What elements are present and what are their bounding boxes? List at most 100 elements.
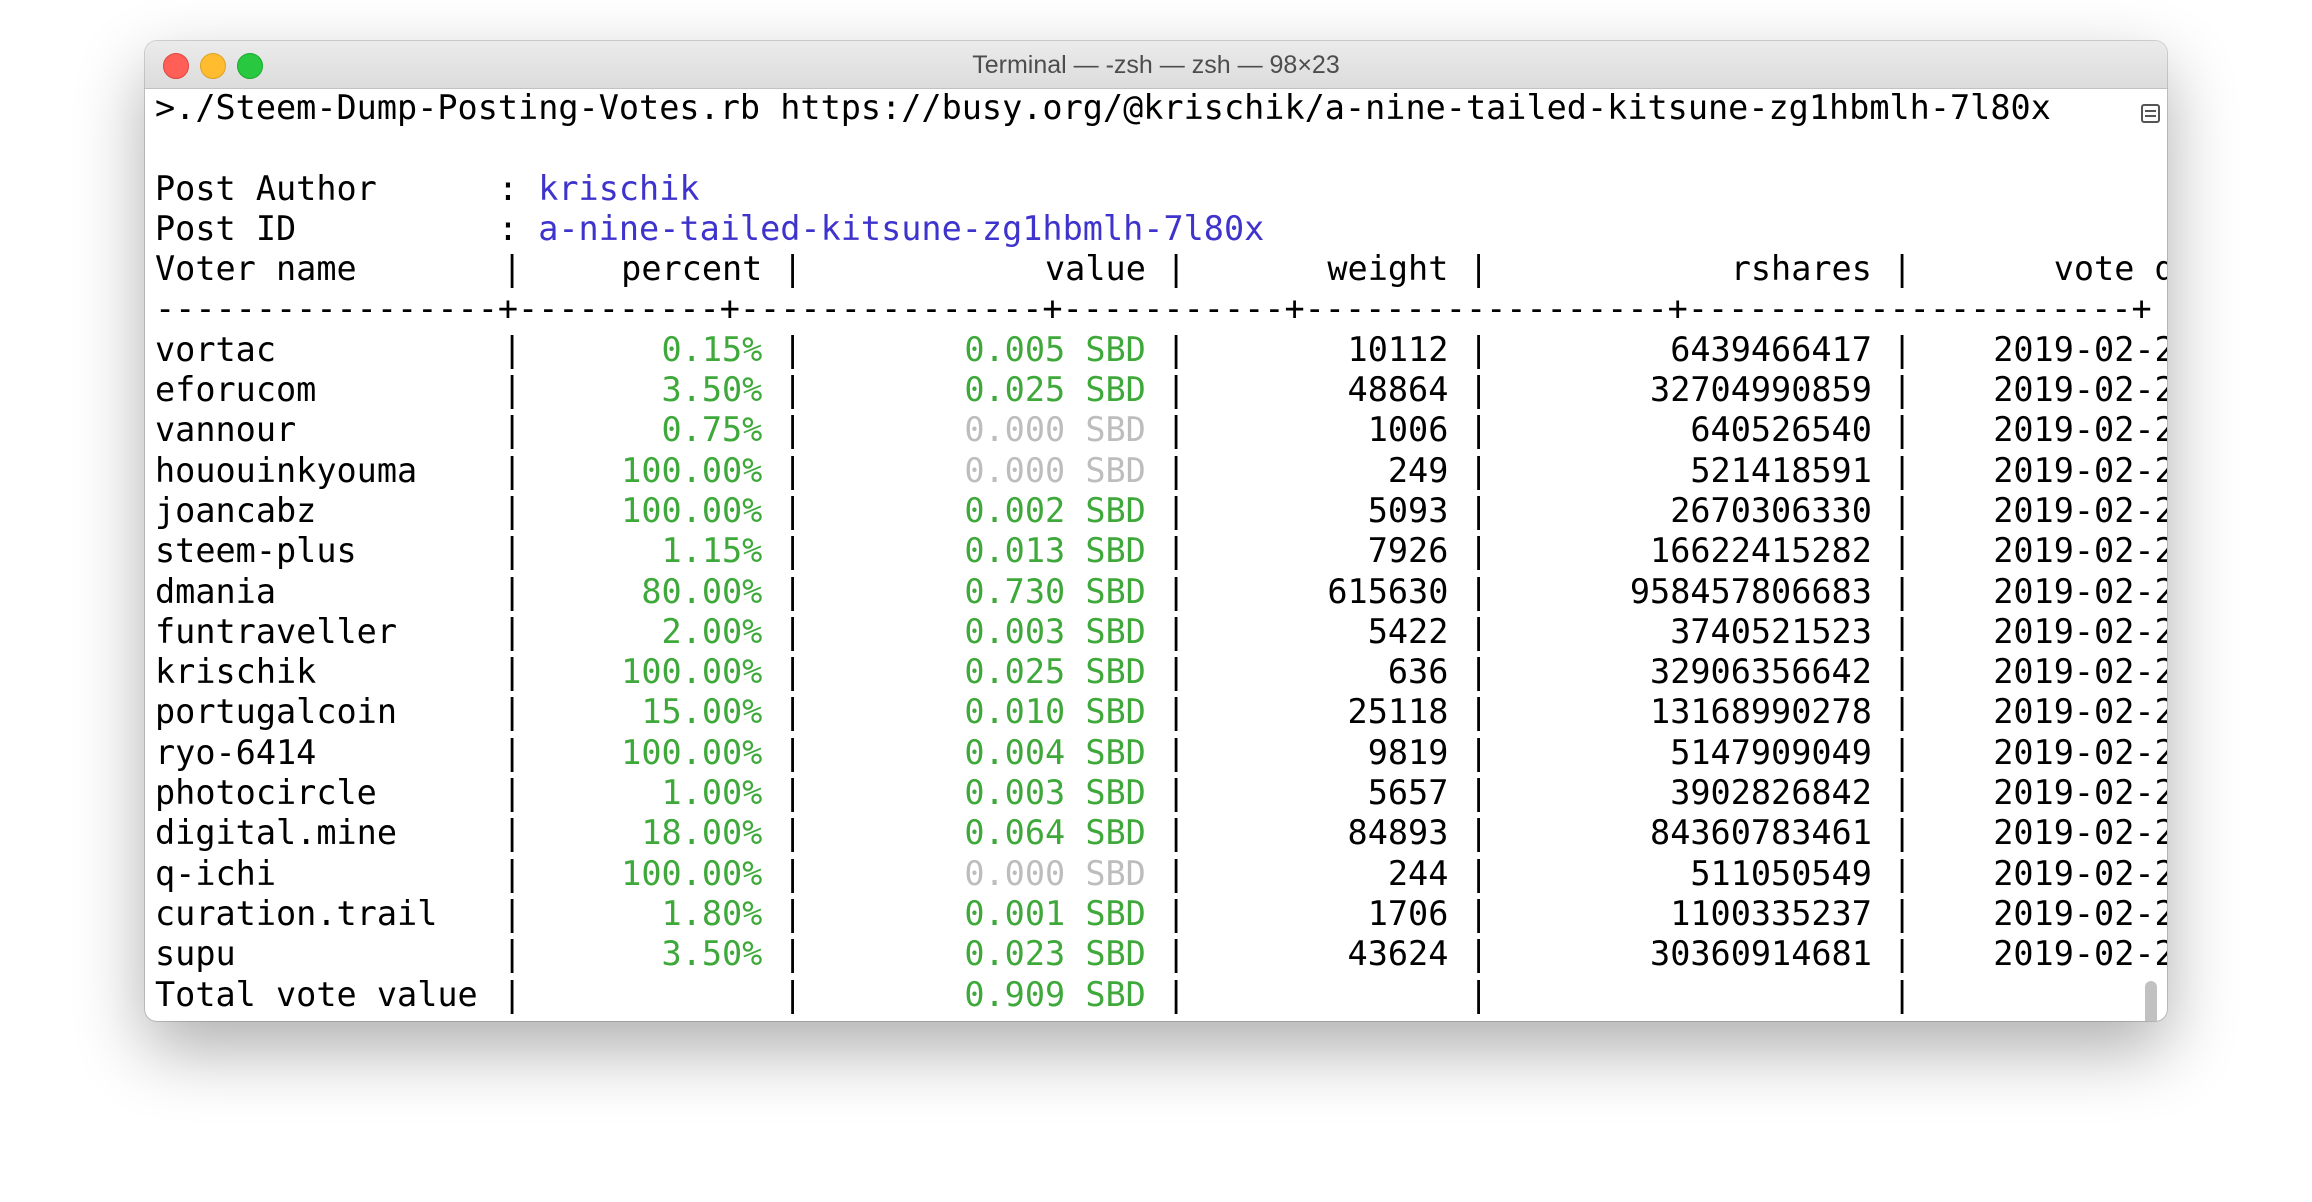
voter-name: photocircle	[155, 773, 377, 813]
scrollbar-thumb[interactable]	[2145, 981, 2157, 1021]
table-row: dmania | 80.00% | 0.730 SBD | 615630 | 95…	[155, 571, 2167, 612]
vote-value: 0.064 SBD	[964, 813, 1146, 853]
table-row: digital.mine | 18.00% | 0.064 SBD | 84893…	[155, 813, 2167, 853]
vote-rshares: 521418591	[1690, 450, 1872, 490]
table-body: vortac | 0.15% | 0.005 SBD | 10112 | 6439…	[155, 329, 2167, 975]
vote-percent: 18.00%	[641, 813, 763, 853]
voter-name: portugalcoin	[155, 692, 398, 732]
vote-date: 2019-02-24 22:32:00	[1993, 571, 2167, 611]
vote-value: 0.003 SBD	[964, 773, 1146, 813]
table-row: funtraveller | 2.00% | 0.003 SBD | 5422 |…	[155, 611, 2167, 652]
table-row: vortac | 0.15% | 0.005 SBD | 10112 | 6439…	[155, 329, 2167, 370]
vote-weight: 43624	[1347, 934, 1449, 974]
vote-date: 2019-02-24 12:36:33	[1993, 692, 2167, 732]
terminal-window: Terminal — -zsh — zsh — 98×23 >./Steem-D…	[145, 41, 2167, 1021]
vote-rshares: 32704990859	[1650, 370, 1872, 410]
vote-value: 0.730 SBD	[964, 571, 1146, 611]
vote-percent: 1.15%	[661, 531, 763, 571]
table-row: q-ichi | 100.00% | 0.000 SBD | 244 | 5110…	[155, 853, 2167, 894]
vote-value: 0.005 SBD	[964, 329, 1146, 369]
voter-name: ryo-6414	[155, 732, 317, 772]
vote-value: 0.000 SBD	[964, 450, 1146, 490]
header-weight: weight	[1327, 249, 1449, 289]
vote-rshares: 958457806683	[1629, 571, 1872, 611]
voter-name: dmania	[155, 571, 277, 611]
vote-date: 2019-02-24 12:32:39	[1993, 611, 2167, 651]
vote-value: 0.000 SBD	[964, 853, 1146, 893]
vote-rshares: 5147909049	[1670, 732, 1872, 772]
table-row: portugalcoin | 15.00% | 0.010 SBD | 25118…	[155, 692, 2167, 732]
vote-weight: 615630	[1327, 571, 1449, 611]
split-pane-icon[interactable]	[2141, 104, 2160, 123]
vote-rshares: 1100335237	[1670, 893, 1872, 933]
vote-percent: 100.00%	[621, 490, 763, 530]
vote-value: 0.002 SBD	[964, 490, 1146, 530]
vote-percent: 3.50%	[661, 934, 763, 974]
vote-weight: 9819	[1367, 732, 1449, 772]
table-row: curation.trail | 1.80% | 0.001 SBD | 1706…	[155, 893, 2167, 934]
table-row: supu | 3.50% | 0.023 SBD | 43624 | 303609…	[155, 934, 2167, 974]
voter-name: q-ichi	[155, 853, 277, 893]
vote-date: 2019-02-24 12:32:33	[1993, 934, 2167, 974]
table-separator: -----------------+----------+-----------…	[155, 289, 2152, 329]
vote-value: 0.025 SBD	[964, 652, 1146, 692]
vote-rshares: 3902826842	[1670, 773, 1872, 813]
vote-weight: 244	[1387, 853, 1449, 893]
vote-weight: 10112	[1347, 329, 1449, 369]
total-label: Total vote value	[155, 974, 478, 1014]
vote-rshares: 30360914681	[1650, 934, 1872, 974]
table-row: ryo-6414 | 100.00% | 0.004 SBD | 9819 | 5…	[155, 732, 2167, 773]
post-author-label: Post Author :	[155, 168, 539, 208]
vote-value: 0.001 SBD	[964, 893, 1146, 933]
scrollbar[interactable]	[2138, 88, 2167, 1021]
vote-date: 2019-02-24 13:06:15	[1993, 813, 2167, 853]
total-row: Total vote value| | 0.909 SBD | | | |	[155, 974, 1933, 1014]
vote-percent: 0.75%	[661, 410, 763, 450]
vote-value: 0.004 SBD	[964, 732, 1146, 772]
voter-name: steem-plus	[155, 531, 357, 571]
post-author-line: Post Author : krischik	[155, 169, 2115, 209]
post-id-line: Post ID : a-nine-tailed-kitsune-zg1hbmlh…	[155, 209, 2115, 249]
voter-name: supu	[155, 934, 236, 974]
vote-rshares: 13168990278	[1650, 692, 1872, 732]
vote-date: 2019-02-24 12:33:27	[1993, 893, 2167, 933]
vote-value: 0.023 SBD	[964, 934, 1146, 974]
title-bar[interactable]: Terminal — -zsh — zsh — 98×23	[145, 41, 2167, 89]
table-row: joancabz | 100.00% | 0.002 SBD | 5093 | 2…	[155, 490, 2167, 531]
voter-name: curation.trail	[155, 893, 438, 933]
command-line: >./Steem-Dump-Posting-Votes.rb https://b…	[155, 88, 2051, 127]
vote-date: 2019-02-24 12:41:36	[1993, 732, 2167, 772]
voter-name: vannour	[155, 410, 297, 450]
vote-percent: 3.50%	[661, 370, 763, 410]
vote-percent: 1.80%	[661, 893, 763, 933]
terminal-output[interactable]: >./Steem-Dump-Posting-Votes.rb https://b…	[155, 88, 2167, 1015]
post-id-label: Post ID :	[155, 208, 539, 248]
voter-name: digital.mine	[155, 813, 398, 853]
header-voter-name: Voter name	[155, 249, 357, 289]
header-value: value	[1045, 249, 1146, 289]
vote-weight: 5422	[1367, 611, 1449, 651]
vote-percent: 100.00%	[621, 853, 763, 893]
voter-name: joancabz	[155, 490, 317, 530]
vote-percent: 15.00%	[641, 692, 763, 732]
vote-weight: 48864	[1347, 370, 1449, 410]
header-vote-date: vote date & time	[2053, 249, 2167, 289]
vote-rshares: 32906356642	[1650, 652, 1872, 692]
vote-weight: 5093	[1367, 490, 1449, 530]
voter-name: funtraveller	[155, 611, 398, 651]
voter-name: eforucom	[155, 370, 317, 410]
vote-date: 2019-02-24 12:32:30	[1993, 370, 2167, 410]
vote-rshares: 2670306330	[1670, 490, 1872, 530]
vote-date: 2019-02-24 12:21:18	[1993, 652, 2167, 692]
table-row: vannour | 0.75% | 0.000 SBD | 1006 | 6405…	[155, 410, 2167, 450]
post-id-value: a-nine-tailed-kitsune-zg1hbmlh-7l80x	[538, 208, 1265, 248]
vote-weight: 249	[1387, 450, 1449, 490]
vote-value: 0.000 SBD	[964, 410, 1146, 450]
vote-rshares: 16622415282	[1650, 531, 1872, 571]
vote-percent: 2.00%	[661, 611, 763, 651]
vote-percent: 100.00%	[621, 450, 763, 490]
window-title: Terminal — -zsh — zsh — 98×23	[972, 51, 1340, 79]
header-rshares: rshares	[1730, 249, 1872, 289]
table-row: krischik | 100.00% | 0.025 SBD | 636 | 32…	[155, 652, 2167, 692]
table-header: Voter name | percent | value | weight | r…	[155, 249, 2167, 289]
